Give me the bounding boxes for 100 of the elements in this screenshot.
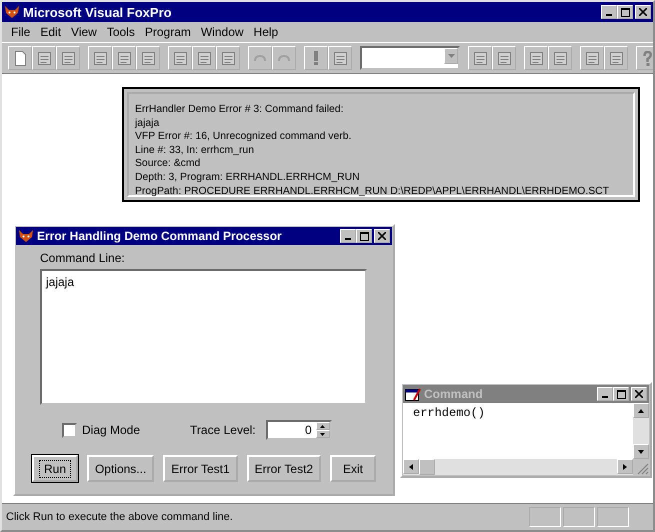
document-icon <box>14 50 26 66</box>
list-icon <box>118 52 130 64</box>
list-icon <box>94 52 106 64</box>
list-icon <box>198 52 210 64</box>
close-icon <box>635 390 643 398</box>
minimize-button[interactable] <box>597 387 613 401</box>
toolbar-button[interactable] <box>112 46 136 70</box>
scrollbar-thumb[interactable] <box>419 459 435 475</box>
menu-item[interactable]: Window <box>196 25 249 39</box>
maximize-icon <box>360 232 368 240</box>
status-panel <box>529 507 561 527</box>
toolbar-button[interactable] <box>168 46 192 70</box>
arc-icon <box>278 54 290 62</box>
minimize-button[interactable] <box>340 229 356 243</box>
status-text: Click Run to execute the above command line. <box>5 511 234 523</box>
toolbar-button[interactable] <box>8 46 32 70</box>
close-button[interactable] <box>635 5 651 19</box>
maximize-button[interactable] <box>617 5 633 19</box>
maximize-button[interactable] <box>356 229 372 243</box>
list-icon <box>530 52 542 64</box>
push-button[interactable]: Error Test2 <box>246 455 322 482</box>
status-panel <box>597 507 629 527</box>
minimize-icon <box>602 396 608 398</box>
diag-mode-checkbox[interactable]: Diag Mode <box>62 422 140 438</box>
toolbar-combo-box[interactable] <box>360 46 460 70</box>
maximize-button[interactable] <box>613 387 629 401</box>
up-arrow-icon <box>638 408 644 412</box>
error-text: Source: &cmd <box>135 157 202 171</box>
toolbar-button[interactable] <box>272 46 296 70</box>
list-icon <box>474 52 486 64</box>
trace-level-label: Trace Level: <box>190 423 256 437</box>
toolbar-button[interactable] <box>192 46 216 70</box>
push-button[interactable]: Error Test1 <box>163 455 238 482</box>
menu-item[interactable]: View <box>66 25 102 39</box>
command-title: Command <box>424 387 484 401</box>
fox-icon <box>4 5 20 19</box>
left-arrow-icon <box>409 464 413 470</box>
error-text: ProgPath: PROCEDURE ERRHANDL.ERRHCM_RUN D:\REDP\APPL\ERRHANDL\ERRHDEMO.SCT <box>135 184 610 198</box>
toolbar-button[interactable] <box>136 46 160 70</box>
push-button[interactable]: Run <box>32 455 78 482</box>
list-icon <box>174 52 186 64</box>
push-button[interactable]: Exit <box>330 455 376 482</box>
close-button[interactable] <box>374 229 390 243</box>
menu-item[interactable]: File <box>6 25 36 39</box>
error-text: jajaja <box>135 116 160 130</box>
toolbar-button[interactable] <box>492 46 516 70</box>
question-mark-icon <box>643 50 653 66</box>
menu-item[interactable]: Tools <box>102 25 140 39</box>
push-button[interactable]: Options... <box>86 455 154 482</box>
minimize-icon <box>606 14 612 16</box>
list-icon <box>38 52 50 64</box>
trace-level-spinner[interactable]: 0 <box>266 420 332 440</box>
menu-item[interactable]: Program <box>140 25 196 39</box>
maximize-icon <box>616 390 626 398</box>
list-icon <box>498 52 510 64</box>
menu-item[interactable]: Help <box>248 25 284 39</box>
toolbar-button[interactable] <box>524 46 548 70</box>
resize-grip-icon <box>637 463 649 475</box>
toolbar-button[interactable] <box>604 46 628 70</box>
toolbar-button[interactable] <box>328 46 352 70</box>
toolbar-button[interactable] <box>32 46 56 70</box>
fox-icon <box>18 229 34 243</box>
command-line-label: Command Line: <box>40 251 126 265</box>
close-button[interactable] <box>631 387 647 401</box>
command-line-field[interactable]: jajaja <box>40 269 367 405</box>
list-icon <box>334 52 346 64</box>
list-icon <box>586 52 598 64</box>
list-icon <box>610 52 622 64</box>
toolbar-button[interactable] <box>304 46 328 70</box>
error-text: ErrHandler Demo Error # 3: Command failed: <box>135 103 344 117</box>
status-panel <box>563 507 595 527</box>
maximize-icon <box>620 8 630 16</box>
exclamation-icon <box>314 51 318 65</box>
toolbar-button[interactable] <box>248 46 272 70</box>
toolbar-button[interactable] <box>580 46 604 70</box>
toolbar-button[interactable] <box>548 46 572 70</box>
window-title: Microsoft Visual FoxPro <box>23 4 173 20</box>
toolbar-button[interactable] <box>216 46 240 70</box>
toolbar-button[interactable] <box>468 46 492 70</box>
minimize-icon <box>345 238 351 240</box>
list-icon <box>554 52 566 64</box>
list-icon <box>142 52 154 64</box>
error-text: Line #: 33, In: errhcm_run <box>135 144 255 158</box>
error-text: VFP Error #: 16, Unrecognized command verb. <box>135 130 352 144</box>
arc-icon <box>254 54 266 62</box>
list-icon <box>62 52 74 64</box>
command-window-icon <box>405 388 421 400</box>
menu-item[interactable]: Edit <box>35 25 66 39</box>
dropdown-arrow-icon <box>448 54 454 58</box>
toolbar-button[interactable] <box>56 46 80 70</box>
right-arrow-icon <box>623 464 627 470</box>
close-icon <box>639 8 647 16</box>
list-icon <box>222 52 234 64</box>
toolbar-button[interactable] <box>636 46 653 70</box>
horizontal-scrollbar[interactable] <box>403 459 649 475</box>
toolbar-button[interactable] <box>88 46 112 70</box>
vertical-scrollbar[interactable] <box>633 403 649 459</box>
form-title: Error Handling Demo Command Processor <box>37 229 283 243</box>
minimize-button[interactable] <box>601 5 617 19</box>
error-text: Depth: 3, Program: ERRHANDL.ERRHCM_RUN <box>135 170 361 185</box>
